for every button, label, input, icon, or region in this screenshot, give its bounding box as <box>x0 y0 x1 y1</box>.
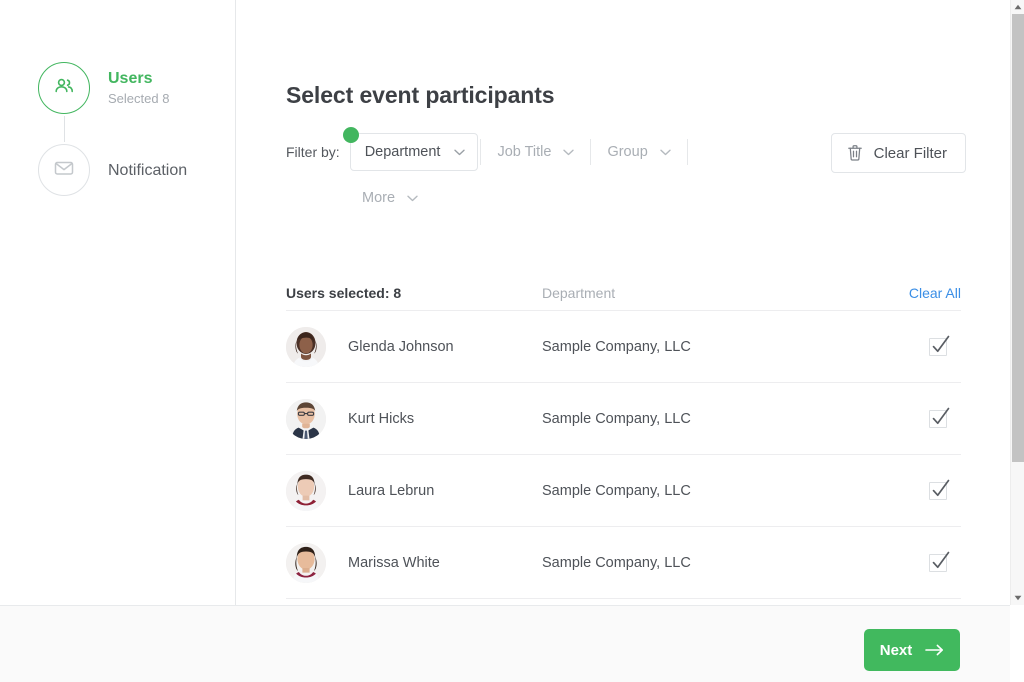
row-name-cell: Laura Lebrun <box>286 470 542 511</box>
chevron-down-icon <box>660 144 671 160</box>
row-checkbox-cell <box>872 479 961 500</box>
filter-group-label: Group <box>607 144 648 160</box>
sidebar-step-notification[interactable]: Notification <box>38 144 187 196</box>
filter-separator <box>480 139 482 165</box>
next-button[interactable]: Next <box>864 629 960 671</box>
filter-job-title-label: Job Title <box>497 144 552 160</box>
filter-bar: Filter by: Department Job Title Group Cl… <box>286 127 966 217</box>
row-checkbox-cell <box>872 335 961 356</box>
scroll-up-arrow-icon[interactable] <box>1011 0 1024 14</box>
row-department: Sample Company, LLC <box>542 338 691 355</box>
row-user-name: Kurt Hicks <box>348 410 415 427</box>
chevron-down-icon <box>454 144 466 160</box>
column-header-department: Department <box>542 284 616 301</box>
participant-selector-dialog: Users Selected 8 Notification Select eve… <box>0 0 1024 682</box>
trash-icon <box>847 144 863 162</box>
list-header: Users selected: 8 Department Clear All <box>286 275 961 311</box>
notification-step-title: Notification <box>108 161 188 179</box>
next-button-label: Next <box>879 641 913 659</box>
chevron-down-icon <box>563 144 575 160</box>
filter-group-dropdown[interactable]: Group <box>593 133 684 171</box>
filter-separator <box>590 139 592 165</box>
users-step-circle <box>38 62 90 114</box>
notification-step-circle <box>38 144 90 196</box>
wizard-sidebar: Users Selected 8 Notification <box>0 0 236 605</box>
participants-list: Users selected: 8 Department Clear All G… <box>286 275 961 599</box>
scrollbar-thumb[interactable] <box>1012 14 1024 462</box>
row-user-name: Laura Lebrun <box>348 482 435 499</box>
page-title: Select event participants <box>286 82 555 108</box>
clear-filter-label: Clear Filter <box>873 144 947 162</box>
users-step-title: Users <box>108 70 153 87</box>
filter-separator <box>686 139 688 165</box>
row-user-name: Marissa White <box>348 554 440 571</box>
row-name-cell: Marissa White <box>286 542 542 583</box>
filter-row-secondary: More <box>286 179 966 217</box>
filter-more-label: More <box>362 190 396 206</box>
filter-by-label: Filter by: <box>286 144 340 160</box>
notification-step-text: Notification <box>108 161 187 180</box>
arrow-right-icon <box>925 644 944 656</box>
main-panel: Select event participants Filter by: Dep… <box>237 0 1010 605</box>
step-connector-line <box>64 116 65 142</box>
sidebar-step-users[interactable]: Users Selected 8 <box>38 62 169 114</box>
row-name-cell: Glenda Johnson <box>286 326 542 367</box>
row-name-cell: Kurt Hicks <box>286 398 542 439</box>
avatar <box>286 326 326 367</box>
users-step-subtitle: Selected 8 <box>108 91 170 106</box>
filter-more-dropdown[interactable]: More <box>362 179 432 217</box>
clear-filter-button[interactable]: Clear Filter <box>830 133 966 173</box>
row-department: Sample Company, LLC <box>542 410 691 427</box>
row-department: Sample Company, LLC <box>542 482 691 499</box>
scroll-down-arrow-icon[interactable] <box>1011 591 1024 605</box>
filter-job-title-dropdown[interactable]: Job Title <box>483 133 588 171</box>
row-checkbox[interactable] <box>929 335 950 356</box>
filter-active-badge-dot <box>342 127 359 143</box>
avatar <box>286 398 326 439</box>
row-user-name: Glenda Johnson <box>348 338 454 355</box>
dialog-footer: Next <box>0 605 1010 682</box>
users-selected-count: Users selected: 8 <box>286 284 402 301</box>
avatar <box>286 470 326 511</box>
table-row[interactable]: Glenda Johnson Sample Company, LLC <box>286 311 961 383</box>
table-row[interactable]: Laura Lebrun Sample Company, LLC <box>286 455 961 527</box>
clear-all-link[interactable]: Clear All <box>872 285 961 301</box>
table-row[interactable]: Marissa White Sample Company, LLC <box>286 527 961 599</box>
row-checkbox-cell <box>872 551 961 572</box>
row-checkbox[interactable] <box>929 407 950 428</box>
avatar <box>286 542 326 583</box>
filter-department-dropdown[interactable]: Department <box>342 127 479 171</box>
filter-row-primary: Filter by: Department Job Title Group Cl… <box>286 127 966 173</box>
users-step-text: Users Selected 8 <box>108 69 169 107</box>
row-checkbox[interactable] <box>929 551 950 572</box>
row-department: Sample Company, LLC <box>542 554 691 571</box>
row-checkbox-cell <box>872 407 961 428</box>
envelope-icon <box>52 156 76 185</box>
table-row[interactable]: Kurt Hicks Sample Company, LLC <box>286 383 961 455</box>
row-checkbox[interactable] <box>929 479 950 500</box>
users-icon <box>52 74 76 103</box>
chevron-down-icon <box>407 190 418 206</box>
filter-department-label: Department <box>364 144 441 160</box>
vertical-scrollbar[interactable] <box>1010 0 1024 605</box>
